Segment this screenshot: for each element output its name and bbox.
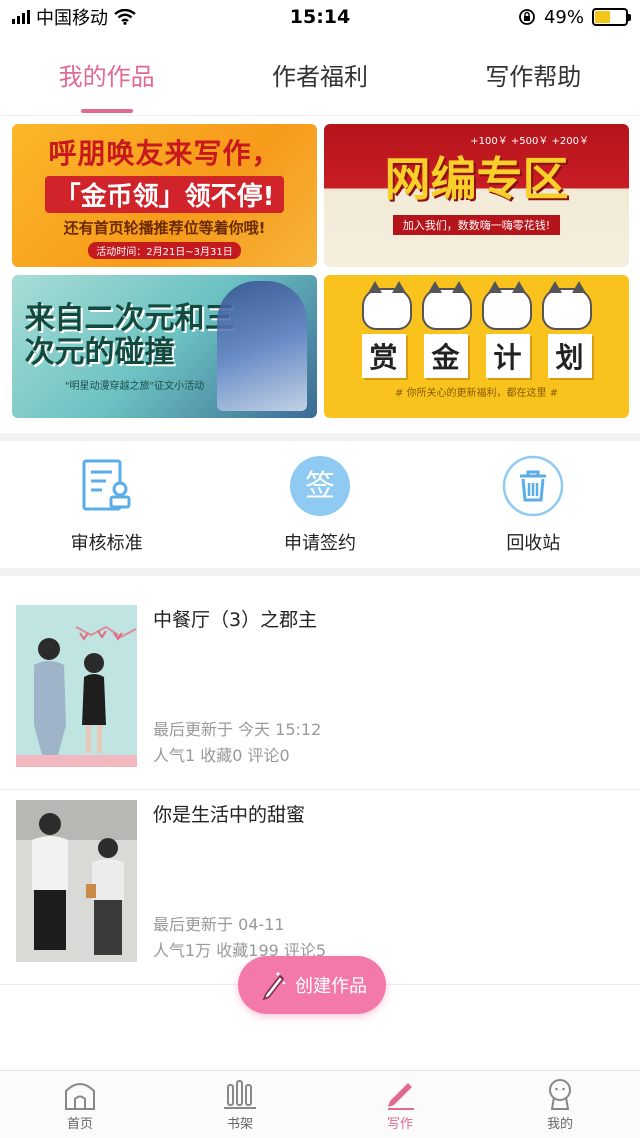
status-right: 49% <box>408 6 631 28</box>
sign-char: 金 <box>423 334 468 378</box>
work-last-updated: 最后更新于 今天 15:12 <box>153 720 322 739</box>
banner-subtitle: # 你所关心的更新福利，都在这里 # <box>394 388 559 399</box>
banner-crossover-contest[interactable]: 来自二次元和三次元的碰撞 "明星动漫穿越之旅"征文小活动 <box>12 275 317 418</box>
trash-bin-icon <box>502 455 564 517</box>
tab-writing-help[interactable]: 写作帮助 <box>427 34 640 115</box>
cat-icon <box>421 281 472 330</box>
banner-grid: 呼朋唤友来写作， 「金币领」领不停! 还有首页轮播推荐位等着你哦! 活动时间：2… <box>12 124 629 418</box>
nav-label: 首页 <box>66 1117 93 1132</box>
review-standards-button[interactable]: 审核标准 <box>0 442 213 568</box>
tab-label: 作者福利 <box>271 63 368 91</box>
bookshelf-icon <box>224 1080 256 1109</box>
battery-fill <box>594 11 610 23</box>
cat-icon <box>541 281 592 330</box>
tool-label: 申请签约 <box>283 533 356 554</box>
sign-glyph: 签 <box>305 469 335 504</box>
tab-author-benefits[interactable]: 作者福利 <box>213 34 426 115</box>
bottom-nav: 首页 书架 写作 我的 <box>0 1070 640 1138</box>
pen-icon <box>388 1083 414 1110</box>
nav-bookshelf[interactable]: 书架 <box>160 1071 320 1138</box>
top-tabs: 我的作品 作者福利 写作帮助 <box>0 34 640 116</box>
create-work-button[interactable]: 创建作品 <box>238 956 386 1014</box>
banner-date: 活动时间：2月21日~3月31日 <box>88 242 241 259</box>
pencil-icon <box>262 972 286 1000</box>
create-work-label: 创建作品 <box>295 976 367 997</box>
sign-char: 计 <box>485 334 530 378</box>
banner-text: 还有首页轮播推荐位等着你哦! <box>63 219 266 237</box>
work-title: 中餐厅（3）之郡主 <box>153 609 318 631</box>
tab-label: 我的作品 <box>58 63 155 91</box>
section-divider <box>0 568 640 576</box>
banner-subtitle: "明星动漫穿越之旅"征文小活动 <box>64 380 205 392</box>
banner-bonus: +100￥ +500￥ +200￥ <box>470 136 589 147</box>
signal-icon <box>12 10 30 24</box>
nav-label: 书架 <box>226 1117 253 1132</box>
status-bar: 中国移动 15:14 49% <box>0 0 640 34</box>
document-review-icon <box>76 455 138 517</box>
screen: 中国移动 15:14 49% 我的作品 作者福利 写作帮助 呼朋唤友来写作， 「… <box>0 0 640 1138</box>
active-tab-indicator <box>80 109 133 113</box>
banner-invite-friends[interactable]: 呼朋唤友来写作， 「金币领」领不停! 还有首页轮播推荐位等着你哦! 活动时间：2… <box>12 124 317 267</box>
banner-title: 来自二次元和三次元的碰撞 <box>24 300 235 370</box>
banner-text: 呼朋唤友来写作， <box>48 137 281 170</box>
home-icon <box>65 1083 95 1110</box>
banner-subtitle: 加入我们，数数嗨一嗨零花钱! <box>392 214 561 235</box>
work-last-updated: 最后更新于 04-11 <box>153 915 285 934</box>
battery-percent: 49% <box>543 6 584 28</box>
tool-label: 回收站 <box>506 533 561 554</box>
wifi-icon <box>114 9 136 25</box>
cat-icon <box>481 281 532 330</box>
recycle-bin-button[interactable]: 回收站 <box>427 442 640 568</box>
anime-character-illustration <box>217 281 307 411</box>
banner-bounty-plan[interactable]: 赏 金 计 划 # 你所关心的更新福利，都在这里 # <box>324 275 629 418</box>
book-cover <box>16 605 137 767</box>
section-divider <box>0 433 640 441</box>
apply-contract-button[interactable]: 签 申请签约 <box>213 442 426 568</box>
banner-title: 网编专区 <box>384 151 569 206</box>
nav-label: 写作 <box>386 1117 413 1132</box>
status-left: 中国移动 <box>12 4 232 30</box>
carrier-name: 中国移动 <box>36 8 108 29</box>
tab-my-works[interactable]: 我的作品 <box>0 34 213 115</box>
banner-text: 「金币领」领不停! <box>44 176 285 213</box>
work-item[interactable]: 中餐厅（3）之郡主 最后更新于 今天 15:12 人气1 收藏0 评论0 <box>0 595 640 790</box>
sign-contract-icon: 签 <box>289 455 351 517</box>
nav-write[interactable]: 写作 <box>320 1071 480 1138</box>
book-cover <box>16 800 137 962</box>
status-time: 15:14 <box>289 6 351 28</box>
work-stats: 人气1 收藏0 评论0 <box>153 746 290 765</box>
sign-char: 划 <box>547 334 592 378</box>
tool-label: 审核标准 <box>70 533 143 554</box>
nav-label: 我的 <box>546 1117 573 1132</box>
work-title: 你是生活中的甜蜜 <box>153 804 306 826</box>
cat-illustrations <box>361 281 592 330</box>
nav-home[interactable]: 首页 <box>0 1071 160 1138</box>
cat-icon <box>361 281 412 330</box>
banner-title-signs: 赏 金 计 划 <box>361 334 592 378</box>
banner-editor-zone[interactable]: +100￥ +500￥ +200￥ 网编专区 加入我们，数数嗨一嗨零花钱! <box>324 124 629 267</box>
sign-char: 赏 <box>361 334 406 378</box>
profile-icon <box>549 1079 571 1110</box>
rotation-lock-icon <box>519 9 535 25</box>
author-tools: 审核标准 签 申请签约 回收站 <box>0 442 640 568</box>
nav-profile[interactable]: 我的 <box>480 1071 640 1138</box>
battery-icon <box>591 8 631 26</box>
tab-label: 写作帮助 <box>485 63 582 91</box>
